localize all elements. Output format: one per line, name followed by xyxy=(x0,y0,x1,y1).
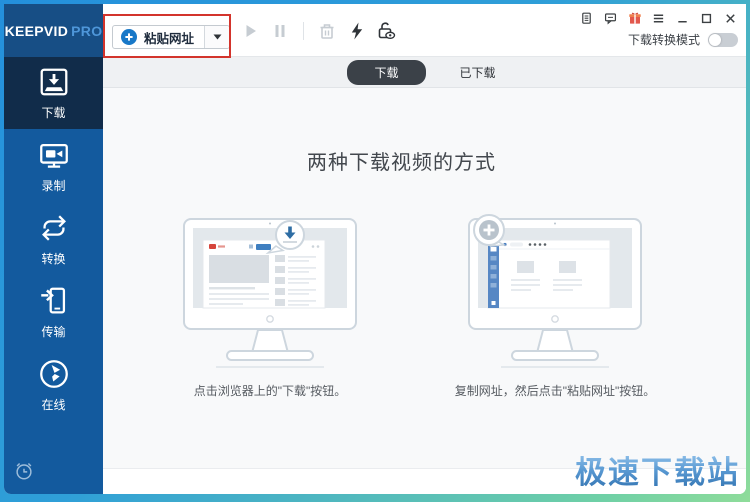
sidebar-item-label: 在线 xyxy=(41,396,65,413)
toolbar: 粘贴网址 xyxy=(103,4,746,57)
scheduler-clock-icon xyxy=(13,460,35,482)
method-paste-url: 复制网址，然后点击"粘贴网址"按钮。 xyxy=(452,213,658,399)
mode-toggle-row: 下载转换模式 xyxy=(628,31,738,48)
logo-brand: KEEPVID xyxy=(5,23,69,39)
main-area: 粘贴网址 xyxy=(103,4,746,494)
mode-toggle-label: 下载转换模式 xyxy=(628,31,700,48)
logo-suffix: PRO xyxy=(71,23,102,39)
toolbar-actions xyxy=(239,20,398,42)
browser-download-illustration xyxy=(170,213,370,373)
sidebar-item-convert[interactable]: 转换 xyxy=(4,202,103,275)
convert-icon xyxy=(37,211,71,245)
dropdown-caret-icon xyxy=(213,34,222,40)
watermark: 极速下载站 xyxy=(575,447,740,492)
turbo-mode-button[interactable] xyxy=(346,20,368,42)
method-caption: 点击浏览器上的"下载"按钮。 xyxy=(194,382,347,399)
lightning-icon xyxy=(346,20,368,42)
sidebar-item-label: 录制 xyxy=(41,177,65,194)
paste-url-button[interactable]: 粘贴网址 xyxy=(113,26,204,48)
download-icon xyxy=(37,65,71,99)
sidebar-item-label: 转换 xyxy=(41,250,65,267)
private-mode-button[interactable] xyxy=(376,20,398,42)
maximize-button[interactable] xyxy=(699,11,714,25)
gift-icon xyxy=(628,11,642,25)
feedback-button[interactable] xyxy=(603,11,618,25)
paste-url-split-button: 粘贴网址 xyxy=(112,25,230,49)
sidebar-item-online[interactable]: 在线 xyxy=(4,348,103,421)
download-convert-mode-toggle[interactable] xyxy=(708,33,738,47)
close-icon xyxy=(724,12,737,25)
paste-url-illustration xyxy=(455,213,655,373)
toolbar-divider xyxy=(303,22,304,40)
sidebar-item-record[interactable]: 录制 xyxy=(4,129,103,202)
paste-url-label: 粘贴网址 xyxy=(144,28,194,47)
method-caption: 复制网址，然后点击"粘贴网址"按钮。 xyxy=(455,382,656,399)
play-icon xyxy=(239,20,261,42)
sidebar-item-transfer[interactable]: 传输 xyxy=(4,275,103,348)
menu-button[interactable] xyxy=(651,11,666,25)
pause-download-button[interactable] xyxy=(269,20,291,42)
online-icon xyxy=(37,357,71,391)
sidebar-item-label: 传输 xyxy=(41,323,65,340)
plus-icon xyxy=(121,29,137,45)
page-title: 两种下载视频的方式 xyxy=(103,146,700,175)
close-button[interactable] xyxy=(723,11,738,25)
window-controls xyxy=(579,11,738,25)
minimize-button[interactable] xyxy=(675,11,690,25)
clipboard-button[interactable] xyxy=(579,11,594,25)
sidebar: KEEPVID PRO 下载 录制 xyxy=(4,4,103,494)
record-icon xyxy=(37,138,71,172)
paste-url-dropdown[interactable] xyxy=(204,26,229,48)
tab-downloading[interactable]: 下载 xyxy=(347,60,425,85)
tab-downloaded[interactable]: 已下载 xyxy=(454,60,502,85)
start-download-button[interactable] xyxy=(239,20,261,42)
transfer-icon xyxy=(37,284,71,318)
menu-icon xyxy=(652,12,665,25)
sidebar-item-download[interactable]: 下载 xyxy=(4,57,103,129)
pause-icon xyxy=(269,20,291,42)
titlebar-right: 下载转换模式 xyxy=(579,11,738,48)
private-mode-lock-eye-icon xyxy=(376,20,398,42)
scheduler-button[interactable] xyxy=(13,460,35,487)
tab-bar: 下载 已下载 xyxy=(103,57,746,88)
app-window: KEEPVID PRO 下载 录制 xyxy=(4,4,746,494)
trash-icon xyxy=(316,20,338,42)
maximize-icon xyxy=(700,12,713,25)
toggle-knob xyxy=(709,34,721,46)
content-area: 两种下载视频的方式 xyxy=(103,88,746,494)
gift-button[interactable] xyxy=(627,11,642,25)
method-browser: 点击浏览器上的"下载"按钮。 xyxy=(167,213,373,399)
feedback-icon xyxy=(604,11,617,25)
clipboard-icon xyxy=(580,11,593,25)
delete-button[interactable] xyxy=(316,20,338,42)
sidebar-item-label: 下载 xyxy=(41,104,65,121)
minimize-icon xyxy=(676,12,689,25)
app-logo: KEEPVID PRO xyxy=(4,4,103,57)
